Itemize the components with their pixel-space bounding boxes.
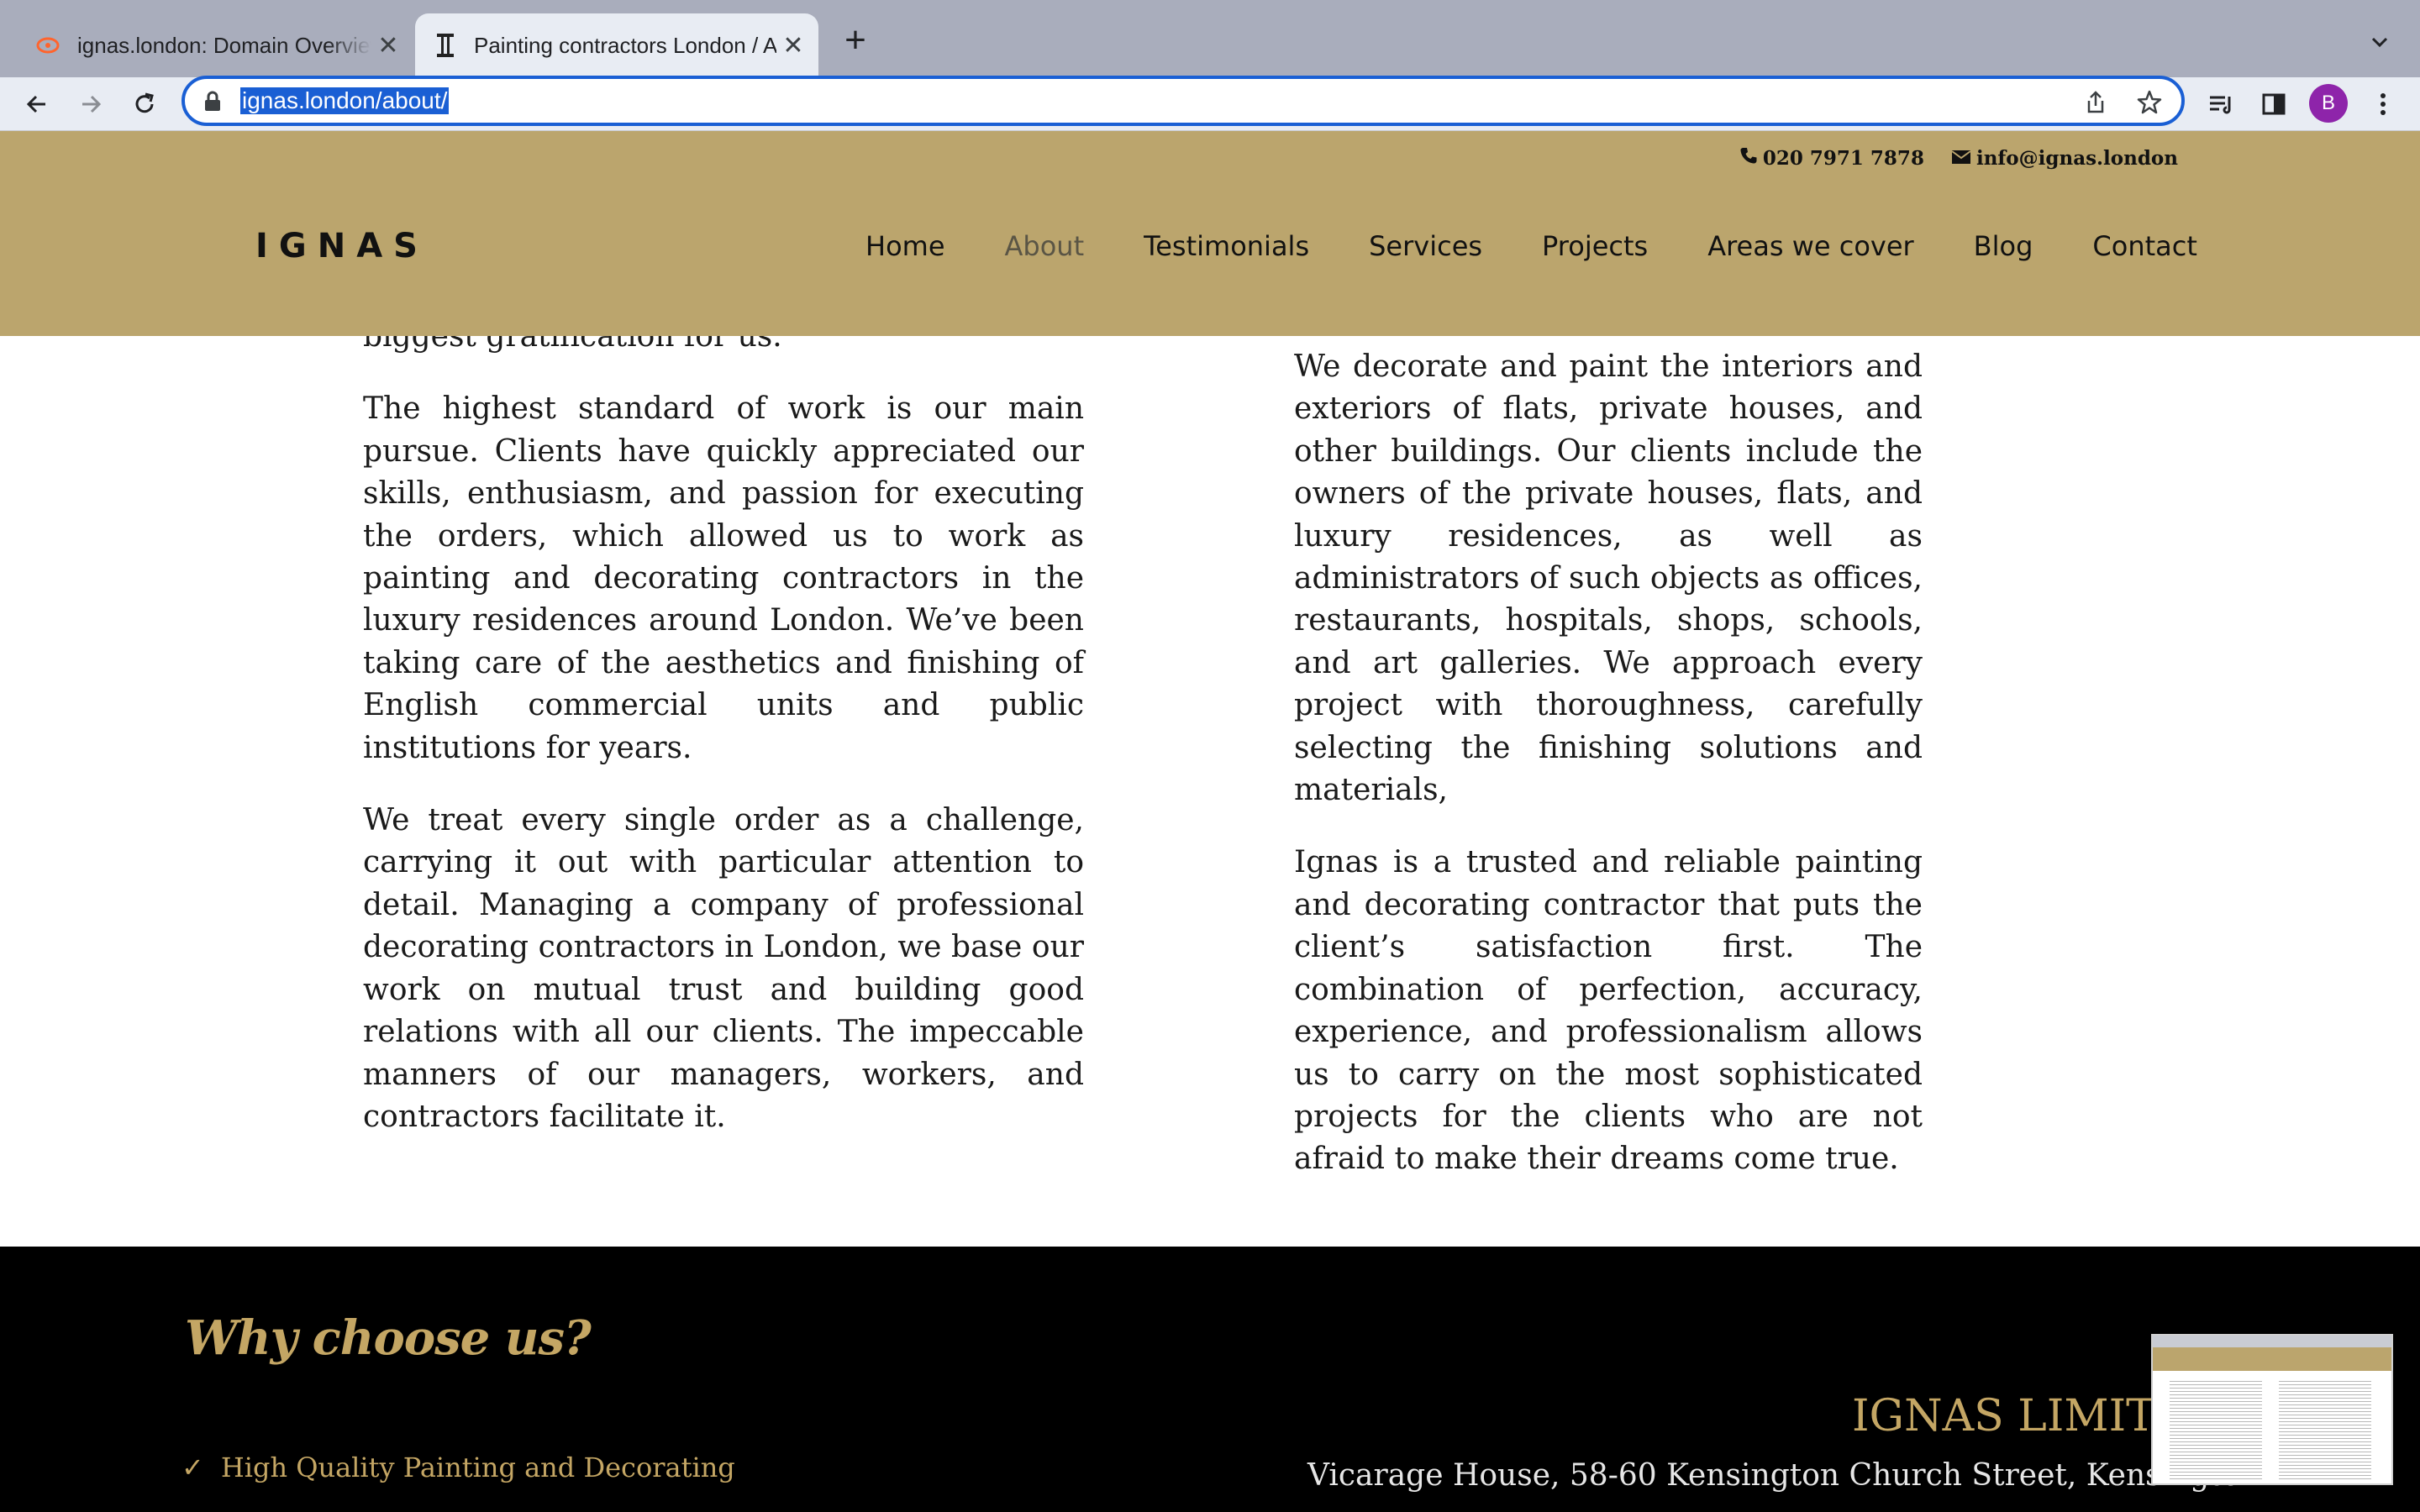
paragraph: Ignas is a trusted and reliable painting… [1294, 845, 1923, 1177]
contact-bar: 020 7971 7878 info@ignas.london [1739, 146, 2178, 170]
tab-title: Painting contractors London / About [474, 32, 776, 58]
envelope-icon [1951, 147, 1971, 170]
screenshot-thumbnail[interactable] [2151, 1334, 2393, 1485]
close-icon[interactable]: ✕ [776, 29, 810, 62]
thumbnail-header [2153, 1347, 2391, 1371]
nav-services[interactable]: Services [1369, 230, 1482, 262]
phone-number: 020 7971 7878 [1762, 146, 1924, 170]
paragraph: We decorate and paint the interiors and … [1294, 349, 1923, 808]
why-item-text: High Quality Painting and Decorating [220, 1452, 735, 1483]
url-text[interactable]: ignas.london/about/ [240, 87, 450, 114]
email-address: info@ignas.london [1975, 146, 2178, 170]
tab-title: ignas.london: Domain Overview [77, 32, 371, 58]
side-panel-icon[interactable] [2255, 86, 2292, 123]
tab-about[interactable]: Painting contractors London / About ✕ [415, 13, 818, 77]
tab-strip: ignas.london: Domain Overview ✕ Painting… [0, 0, 2420, 77]
nav-home[interactable]: Home [865, 230, 945, 262]
star-icon[interactable] [2136, 89, 2163, 116]
forward-icon[interactable] [72, 86, 109, 123]
about-column-left: biggest gratification for us. The highes… [363, 316, 1084, 1168]
nav-blog[interactable]: Blog [1974, 230, 2033, 262]
ignas-logo-icon [430, 30, 460, 60]
phone-icon [1739, 146, 1758, 170]
paragraph: We treat every single order as a challen… [363, 803, 1084, 1134]
about-column-right: We decorate and paint the interiors and … [1294, 346, 1923, 1211]
semrush-icon [34, 30, 64, 60]
nav-areas-we-cover[interactable]: Areas we cover [1707, 230, 1913, 262]
main-nav: Home About Testimonials Services Project… [865, 230, 2197, 262]
nav-about[interactable]: About [1005, 230, 1085, 262]
why-list-item: ✓ High Quality Painting and Decorating [182, 1452, 735, 1483]
site-logo[interactable]: IGNAS [255, 227, 429, 265]
paragraph: The highest standard of work is our main… [363, 391, 1084, 765]
new-tab-button[interactable]: + [839, 22, 872, 59]
lock-icon[interactable] [203, 91, 222, 117]
checkmark-icon: ✓ [182, 1452, 204, 1483]
thumbnail-text-left [2170, 1381, 2262, 1482]
profile-avatar[interactable]: B [2309, 84, 2348, 123]
nav-projects[interactable]: Projects [1542, 230, 1648, 262]
chevron-down-icon[interactable] [2363, 25, 2396, 59]
thumbnail-chrome [2153, 1336, 2391, 1347]
tab-semrush[interactable]: ignas.london: Domain Overview ✕ [18, 13, 413, 77]
email-link[interactable]: info@ignas.london [1951, 147, 2178, 170]
site-header: 020 7971 7878 info@ignas.london IGNAS Ho… [0, 131, 2420, 336]
reading-list-icon[interactable] [2203, 86, 2240, 123]
menu-kebab-icon[interactable] [2365, 86, 2402, 123]
phone-link[interactable]: 020 7971 7878 [1739, 146, 1924, 170]
company-address: Vicarage House, 58-60 Kensington Church … [1307, 1458, 2260, 1493]
nav-testimonials[interactable]: Testimonials [1144, 230, 1309, 262]
site-footer: Why choose us? ✓ High Quality Painting a… [0, 1247, 2420, 1512]
share-icon[interactable] [2082, 89, 2109, 116]
why-choose-us-heading: Why choose us? [185, 1310, 592, 1366]
back-icon[interactable] [18, 86, 55, 123]
reload-icon[interactable] [126, 86, 163, 123]
thumbnail-text-right [2279, 1381, 2371, 1482]
close-icon[interactable]: ✕ [371, 29, 405, 62]
address-bar[interactable]: ignas.london/about/ [182, 76, 2185, 126]
nav-contact[interactable]: Contact [2092, 230, 2197, 262]
